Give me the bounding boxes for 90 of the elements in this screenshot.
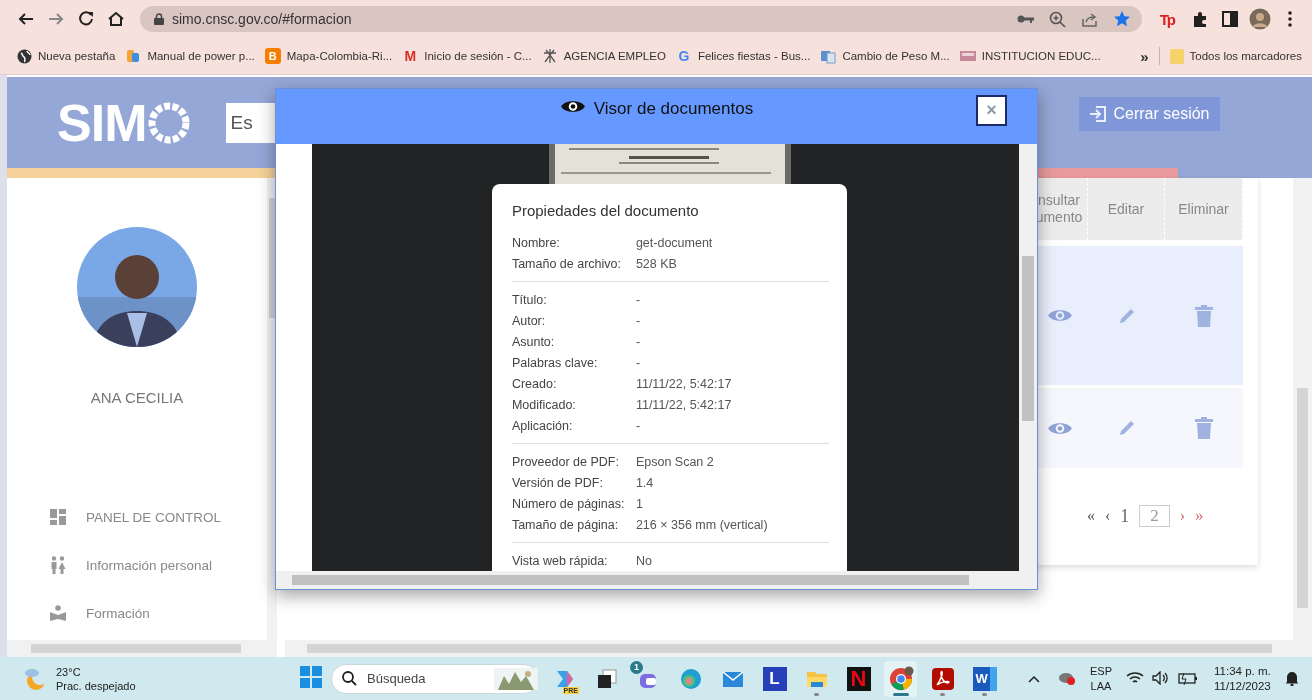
logout-icon <box>1089 105 1108 123</box>
property-label: Proveedor de PDF: <box>511 454 620 469</box>
bookmark[interactable]: AGENCIA EMPLEO <box>541 48 666 64</box>
globe-icon <box>16 48 32 64</box>
next-page-link[interactable]: › <box>1179 507 1186 525</box>
edit-icon[interactable] <box>1117 419 1136 437</box>
chrome-icon[interactable] <box>884 660 917 697</box>
notification-bell-icon[interactable] <box>1284 669 1299 688</box>
taskbar-search-field[interactable]: Búsqueda <box>331 663 539 694</box>
bookmark[interactable]: Cambio de Peso M... <box>820 48 950 64</box>
property-label: Aplicación: <box>511 418 574 433</box>
dashboard-icon <box>50 509 66 525</box>
scrollbar[interactable] <box>1293 178 1312 640</box>
gmail-icon: M <box>402 48 419 64</box>
first-page-link[interactable]: « <box>1087 507 1095 525</box>
bookmark-folder[interactable]: Todos los marcadores <box>1169 48 1302 64</box>
property-value: - <box>635 334 641 349</box>
previous-page-link[interactable]: ‹ <box>1105 507 1111 525</box>
property-label: Modificado: <box>511 397 577 412</box>
user-name: ANA CECILIA <box>90 389 184 406</box>
dialog-title: Visor de documentos <box>593 98 754 119</box>
property-value: get-document <box>635 235 713 250</box>
edit-icon[interactable] <box>1117 306 1136 325</box>
lock-icon <box>154 13 164 25</box>
scrollbar[interactable] <box>7 640 277 657</box>
property-label: Número de páginas: <box>511 496 626 511</box>
folder-icon <box>1169 48 1184 64</box>
google-icon: G <box>675 48 692 64</box>
column-header: Eliminar <box>1165 178 1243 240</box>
scrollbar[interactable] <box>1019 144 1037 571</box>
delete-icon[interactable] <box>1195 304 1213 327</box>
property-value: 216 × 356 mm (vertical) <box>635 517 768 532</box>
clock[interactable]: 11:34 p. m. 11/12/2023 <box>1214 663 1271 694</box>
weather-text: Prac. despejado <box>56 678 136 693</box>
property-label: Tamaño de archivo: <box>511 256 622 271</box>
property-value: - <box>635 313 641 328</box>
property-value: 528 KB <box>635 256 677 271</box>
bookmark[interactable]: Nueva pestaña <box>16 48 116 64</box>
currency-icon <box>820 48 837 64</box>
emblem-icon <box>541 48 558 64</box>
page-link[interactable]: 1 <box>1120 505 1130 527</box>
people-icon <box>50 556 66 574</box>
more-bookmarks[interactable]: » <box>1140 47 1149 65</box>
language-indicator[interactable]: ESP LAA <box>1090 663 1112 694</box>
property-label: Palabras clave: <box>511 355 599 370</box>
temperature: 23°C <box>56 664 82 679</box>
bookmark[interactable]: Manual de power p... <box>125 48 255 64</box>
property-label: Tamaño de página: <box>511 517 620 532</box>
property-label: Creado: <box>511 376 558 391</box>
sidebar-item[interactable]: PANEL DE CONTROL <box>7 493 267 541</box>
image-icon <box>959 48 976 64</box>
property-value: 1.4 <box>635 475 654 490</box>
avatar-icon[interactable] <box>1248 7 1272 31</box>
view-icon[interactable] <box>1046 307 1073 324</box>
panel-title: Propiedades del documento <box>511 201 700 221</box>
wheel-logo-icon <box>148 101 191 144</box>
property-value: 1 <box>635 496 643 511</box>
property-value: 11/11/22, 5:42:17 <box>635 397 732 412</box>
bookmark[interactable]: B Mapa-Colombia-Ri... <box>264 48 393 64</box>
extension-icon[interactable]: Tp <box>1159 10 1174 28</box>
logo-text: SIM <box>57 96 147 149</box>
address-bar[interactable]: simo.cnsc.gov.co/#formacion <box>140 6 1142 32</box>
reader-icon <box>50 605 66 621</box>
scrollbar[interactable] <box>285 640 1312 657</box>
property-value: - <box>635 355 641 370</box>
property-value: No <box>635 553 652 568</box>
delete-icon[interactable] <box>1195 417 1213 439</box>
property-label: Asunto: <box>511 334 556 349</box>
search-icon <box>342 671 357 686</box>
app-icon <box>125 48 142 64</box>
property-value: Epson Scan 2 <box>635 454 714 469</box>
scrollbar[interactable] <box>276 571 1037 589</box>
bookmark[interactable]: G Felices fiestas - Bus... <box>675 48 811 64</box>
property-label: Vista web rápida: <box>511 553 609 568</box>
property-value: - <box>635 418 641 433</box>
column-header: Editar <box>1088 178 1165 240</box>
property-label: Versión de PDF: <box>511 475 604 490</box>
property-value: 11/11/22, 5:42:17 <box>635 376 732 391</box>
bookmark[interactable]: INSTITUCION EDUC... <box>959 48 1101 64</box>
battery-icon[interactable] <box>1178 670 1198 687</box>
bookmark[interactable]: M Inicio de sesión - C... <box>402 48 532 64</box>
property-label: Nombre: <box>511 235 561 250</box>
property-value: - <box>635 292 641 307</box>
property-label: Título: <box>511 292 548 307</box>
sidebar-item[interactable]: Información personal <box>7 541 267 589</box>
last-page-link[interactable]: » <box>1195 507 1204 525</box>
blogger-icon: B <box>264 48 281 64</box>
volume-icon[interactable] <box>1152 670 1170 687</box>
sidebar-item[interactable]: Formación <box>7 589 267 637</box>
property-label: Autor: <box>511 313 547 328</box>
